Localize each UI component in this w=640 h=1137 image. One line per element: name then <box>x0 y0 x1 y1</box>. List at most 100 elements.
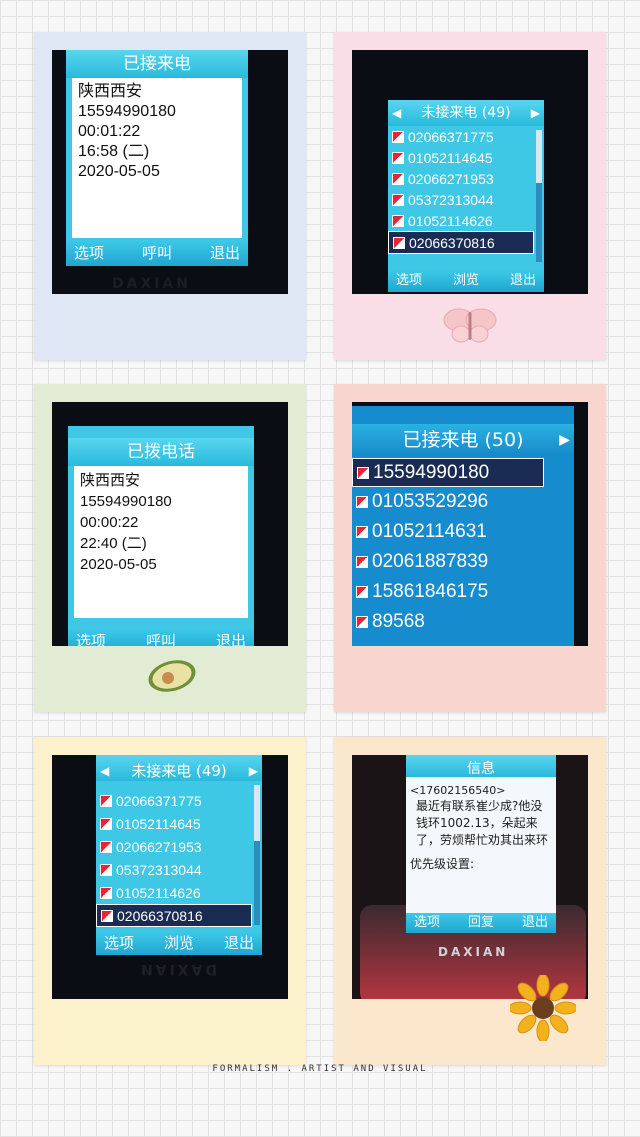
reply-softkey[interactable]: 回复 <box>468 913 494 933</box>
missed-call-icon <box>392 151 404 164</box>
list-item[interactable]: 02066271953 <box>96 835 252 858</box>
received-call-icon <box>356 496 368 508</box>
photo-1: 已接来电 陕西西安 15594990180 00:01:22 16:58 (二)… <box>52 50 288 294</box>
call-duration: 00:00:22 <box>80 514 139 531</box>
call-duration: 00:01:22 <box>78 123 141 140</box>
call-detail-panel: 陕西西安 15594990180 00:01:22 16:58 (二) 2020… <box>72 78 242 238</box>
missed-call-icon <box>100 794 112 807</box>
options-softkey[interactable]: 选项 <box>74 240 104 266</box>
list-item[interactable]: 89568 <box>352 607 574 637</box>
browse-softkey[interactable]: 浏览 <box>453 270 479 292</box>
call-detail-panel: 陕西西安 15594990180 00:00:22 22:40 (二) 2020… <box>74 466 248 618</box>
photo-4: 已接来电 (50) ▶ 15594990180 01053529296 0105… <box>352 402 588 646</box>
browse-softkey[interactable]: 浏览 <box>164 931 194 955</box>
list-item[interactable]: 05372313044 <box>388 189 534 210</box>
arrow-right-icon[interactable]: ▶ <box>249 755 258 787</box>
arrow-left-icon[interactable]: ◀ <box>100 755 109 787</box>
list-item[interactable]: 01052114626 <box>96 881 252 904</box>
call-time: 22:40 (二) <box>80 535 147 552</box>
list-item[interactable]: 01052114645 <box>388 147 534 168</box>
phone-screen-2: ◀ 未接来电 (49) ▶ 02066371775 01052114645 02… <box>388 100 544 292</box>
missed-call-list: 02066371775 01052114645 02066271953 0537… <box>96 789 252 931</box>
photo-2: ◀ 未接来电 (49) ▶ 02066371775 01052114645 02… <box>352 50 588 294</box>
photo-6: 信息 <17602156540> 最近有联系崔少成?他没钱环1002.13，朵起… <box>352 755 588 999</box>
screen-title: 已接来电 <box>66 50 248 78</box>
exit-softkey[interactable]: 退出 <box>216 628 246 646</box>
list-item[interactable]: 02066271953 <box>388 168 534 189</box>
scrollbar[interactable] <box>254 785 260 925</box>
received-call-icon <box>357 466 369 479</box>
options-softkey[interactable]: 选项 <box>414 913 440 933</box>
call-location: 陕西西安 <box>78 83 143 100</box>
options-softkey[interactable]: 选项 <box>76 628 106 646</box>
polaroid-card-6: 信息 <17602156540> 最近有联系崔少成?他没钱环1002.13，朵起… <box>334 737 606 1065</box>
call-softkey[interactable]: 呼叫 <box>146 628 176 646</box>
list-item[interactable]: 01052114645 <box>96 812 252 835</box>
arrow-right-icon[interactable]: ▶ <box>559 424 570 456</box>
screen-title: 已接来电 (50) <box>402 429 524 451</box>
call-date: 2020-05-05 <box>80 556 157 573</box>
avocado-icon <box>148 660 196 692</box>
received-call-list: 15594990180 01053529296 01052114631 0206… <box>352 458 574 632</box>
call-softkey[interactable]: 呼叫 <box>142 240 172 266</box>
polaroid-card-5: ◀ 未接来电 (49) ▶ 02066371775 01052114645 02… <box>34 737 306 1065</box>
phone-screen-1: 已接来电 陕西西安 15594990180 00:01:22 16:58 (二)… <box>66 50 248 266</box>
message-panel: <17602156540> 最近有联系崔少成?他没钱环1002.13，朵起来了，… <box>406 777 556 872</box>
screen-title: 已拨电话 <box>68 438 254 466</box>
options-softkey[interactable]: 选项 <box>396 270 422 292</box>
received-call-icon <box>356 526 368 538</box>
received-call-icon <box>356 586 368 598</box>
list-item[interactable]: 02066371775 <box>388 126 534 147</box>
list-item[interactable]: 01052114626 <box>388 210 534 231</box>
polaroid-card-4: 已接来电 (50) ▶ 15594990180 01053529296 0105… <box>334 384 606 712</box>
exit-softkey[interactable]: 退出 <box>522 913 548 933</box>
softkey-bar: 选项 回复 退出 <box>406 913 556 933</box>
screen-title-bar: ◀ 未接来电 (49) ▶ <box>96 755 262 781</box>
missed-call-icon <box>392 193 404 206</box>
missed-call-icon <box>100 817 112 830</box>
scrollbar[interactable] <box>536 130 542 262</box>
message-body: 最近有联系崔少成?他没钱环1002.13，朵起来了，劳烦帮忙劝其出来环 <box>416 799 549 847</box>
screen-title: 未接来电 (49) <box>421 105 511 121</box>
photo-3: 已拨电话 陕西西安 15594990180 00:00:22 22:40 (二)… <box>52 402 288 646</box>
arrow-left-icon[interactable]: ◀ <box>392 100 401 126</box>
received-call-icon <box>356 556 368 568</box>
sunflower-icon <box>510 975 576 1041</box>
list-item[interactable]: 15861846175 <box>352 577 574 607</box>
screen-title-bar: ◀ 未接来电 (49) ▶ <box>388 100 544 126</box>
missed-call-icon <box>392 214 404 227</box>
exit-softkey[interactable]: 退出 <box>224 931 254 955</box>
missed-call-list: 02066371775 01052114645 02066271953 0537… <box>388 126 534 268</box>
arrow-right-icon[interactable]: ▶ <box>531 100 540 126</box>
received-call-icon <box>356 616 368 628</box>
missed-call-icon <box>100 840 112 853</box>
screen-title: 信息 <box>406 755 556 777</box>
list-item-selected[interactable]: 02066370816 <box>388 231 534 254</box>
list-item-selected[interactable]: 02066370816 <box>96 904 252 927</box>
exit-softkey[interactable]: 退出 <box>210 240 240 266</box>
exit-softkey[interactable]: 退出 <box>510 270 536 292</box>
priority-setting[interactable]: 优先级设置: <box>410 857 552 872</box>
call-number: 15594990180 <box>78 103 176 120</box>
missed-call-icon <box>100 886 112 899</box>
polaroid-card-1: 已接来电 陕西西安 15594990180 00:01:22 16:58 (二)… <box>34 32 306 360</box>
message-sender: <17602156540> <box>410 784 506 797</box>
phone-brand-logo: DAXIAN <box>438 945 509 959</box>
call-number: 15594990180 <box>80 493 172 510</box>
list-item-selected[interactable]: 15594990180 <box>352 458 544 487</box>
missed-call-icon <box>100 863 112 876</box>
call-location: 陕西西安 <box>80 472 141 489</box>
missed-call-icon <box>392 172 404 185</box>
list-item[interactable]: 02061887839 <box>352 547 574 577</box>
list-item[interactable]: 01053529296 <box>352 487 574 517</box>
screen-title-bar: 已接来电 (50) ▶ <box>352 424 574 456</box>
list-item[interactable]: 05372313044 <box>96 858 252 881</box>
list-item[interactable]: 02066371775 <box>96 789 252 812</box>
phone-screen-5: ◀ 未接来电 (49) ▶ 02066371775 01052114645 02… <box>96 755 262 955</box>
list-item[interactable]: 01052114631 <box>352 517 574 547</box>
footer-caption: FORMALISM . ARTIST AND VISUAL <box>212 1064 428 1074</box>
options-softkey[interactable]: 选项 <box>104 931 134 955</box>
screen-title: 未接来电 (49) <box>131 762 227 780</box>
phone-screen-3: 已拨电话 陕西西安 15594990180 00:00:22 22:40 (二)… <box>68 426 254 646</box>
missed-call-icon <box>392 130 404 143</box>
